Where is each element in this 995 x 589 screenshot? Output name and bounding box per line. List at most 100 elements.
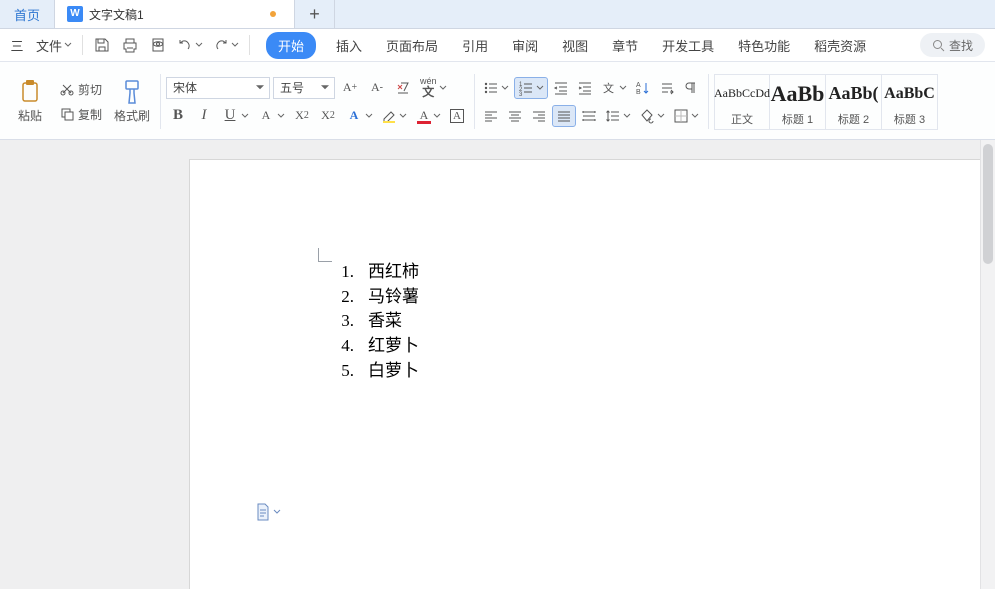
print-preview-icon	[150, 37, 166, 53]
list-item[interactable]: 1.西红柿	[330, 260, 419, 285]
chevron-down-icon	[231, 41, 239, 49]
ribbon-tab-insert[interactable]: 插入	[332, 32, 366, 59]
borders-button[interactable]	[670, 105, 702, 127]
style-normal[interactable]: AaBbCcDd 正文	[714, 74, 770, 130]
file-menu-button[interactable]: 文件	[32, 32, 76, 58]
tab-home[interactable]: 首页	[0, 0, 55, 28]
numbered-list-button[interactable]: 123	[514, 77, 548, 99]
scrollbar-thumb[interactable]	[983, 144, 993, 264]
align-justify-icon	[556, 108, 572, 124]
strikethrough-button[interactable]: A	[254, 105, 288, 127]
line-spacing-button[interactable]	[602, 105, 634, 127]
distribute-button[interactable]	[578, 105, 600, 127]
list-item[interactable]: 5.白萝卜	[330, 359, 419, 384]
ribbon-tab-review[interactable]: 审阅	[508, 32, 542, 59]
list-item[interactable]: 4.红萝卜	[330, 334, 419, 359]
font-color-button[interactable]: A	[412, 105, 444, 127]
undo-icon	[177, 37, 193, 53]
separator	[82, 35, 83, 55]
cut-button[interactable]: 剪切	[54, 78, 108, 100]
chevron-down-icon	[399, 112, 407, 120]
group-styles: AaBbCcDd 正文 AaBb 标题 1 AaBb( 标题 2 AaBbC 标…	[708, 66, 938, 137]
copy-button[interactable]: 复制	[54, 103, 108, 125]
print-button[interactable]	[117, 32, 143, 58]
paste-options-button[interactable]	[255, 503, 281, 521]
print-preview-button[interactable]	[145, 32, 171, 58]
ltr-button[interactable]	[656, 77, 678, 99]
align-center-button[interactable]	[504, 105, 526, 127]
ribbon-tab-page-layout[interactable]: 页面布局	[382, 32, 442, 59]
asian-layout-button[interactable]: 文	[598, 77, 630, 99]
list-text: 西红柿	[368, 260, 419, 285]
workspace[interactable]: 1.西红柿 2.马铃薯 3.香菜 4.红萝卜 5.白萝卜	[0, 140, 995, 589]
group-font: A+ A- wén文 B I U A X2 X2 A A A	[160, 66, 474, 137]
ribbon-tab-section[interactable]: 章节	[608, 32, 642, 59]
shading-button[interactable]	[636, 105, 668, 127]
style-heading-2[interactable]: AaBb( 标题 2	[826, 74, 882, 130]
shrink-font-button[interactable]: A-	[365, 77, 389, 99]
ribbon-tab-list: 开始 插入 页面布局 引用 审阅 视图 章节 开发工具 特色功能 稻壳资源	[266, 32, 870, 59]
font-size-value[interactable]	[273, 77, 335, 99]
document-page[interactable]: 1.西红柿 2.马铃薯 3.香菜 4.红萝卜 5.白萝卜	[190, 160, 995, 589]
grow-font-button[interactable]: A+	[338, 77, 362, 99]
decrease-indent-button[interactable]	[550, 77, 572, 99]
style-heading-3[interactable]: AaBbC 标题 3	[882, 74, 938, 130]
list-item[interactable]: 2.马铃薯	[330, 285, 419, 310]
text-effects-button[interactable]: A	[342, 105, 376, 127]
search-input[interactable]: 查找	[920, 33, 985, 57]
clear-format-button[interactable]	[392, 77, 414, 99]
bold-button[interactable]: B	[166, 105, 190, 127]
format-painter-label: 格式刷	[114, 107, 150, 124]
document-content[interactable]: 1.西红柿 2.马铃薯 3.香菜 4.红萝卜 5.白萝卜	[330, 260, 419, 383]
align-right-button[interactable]	[528, 105, 550, 127]
svg-text:A: A	[636, 82, 641, 89]
show-marks-button[interactable]	[680, 77, 702, 99]
redo-button[interactable]	[209, 32, 243, 58]
cut-label: 剪切	[78, 81, 102, 98]
font-size-combo[interactable]	[273, 77, 335, 99]
ribbon-tab-docer[interactable]: 稻壳资源	[810, 32, 870, 59]
group-clipboard: 粘贴 剪切 复制 格式刷	[2, 66, 160, 137]
ribbon-tab-developer[interactable]: 开发工具	[658, 32, 718, 59]
italic-button[interactable]: I	[192, 105, 216, 127]
numbered-list: 1.西红柿 2.马铃薯 3.香菜 4.红萝卜 5.白萝卜	[330, 260, 419, 383]
tab-document[interactable]: W 文字文稿1	[55, 0, 295, 28]
style-preview: AaBbCcDd	[714, 77, 770, 111]
subscript-button[interactable]: X2	[316, 105, 340, 127]
increase-indent-button[interactable]	[574, 77, 596, 99]
bullet-list-button[interactable]	[480, 77, 512, 99]
tab-new[interactable]: +	[295, 0, 335, 28]
ribbon-tab-start[interactable]: 开始	[266, 32, 316, 59]
ribbon-tab-view[interactable]: 视图	[558, 32, 592, 59]
style-name: 标题 3	[894, 111, 925, 127]
ribbon-tab-features[interactable]: 特色功能	[734, 32, 794, 59]
superscript-icon: X2	[293, 107, 311, 125]
style-heading-1[interactable]: AaBb 标题 1	[770, 74, 826, 130]
word-doc-icon: W	[67, 6, 83, 22]
list-item[interactable]: 3.香菜	[330, 309, 419, 334]
highlight-button[interactable]	[378, 105, 410, 127]
font-family-combo[interactable]	[166, 77, 270, 99]
format-painter-button[interactable]: 格式刷	[110, 79, 154, 124]
app-menu-button[interactable]: 三	[4, 32, 30, 58]
sort-button[interactable]: AB	[632, 77, 654, 99]
style-preview: AaBb	[771, 77, 825, 111]
phonetic-guide-button[interactable]: wén文	[417, 77, 450, 99]
align-right-icon	[531, 108, 547, 124]
align-justify-button[interactable]	[552, 105, 576, 127]
vertical-scrollbar[interactable]	[980, 140, 995, 589]
underline-button[interactable]: U	[218, 105, 252, 127]
undo-button[interactable]	[173, 32, 207, 58]
underline-icon: U	[221, 107, 239, 125]
align-left-icon	[483, 108, 499, 124]
chevron-down-icon	[273, 508, 281, 516]
superscript-button[interactable]: X2	[290, 105, 314, 127]
char-border-button[interactable]: A	[446, 105, 468, 127]
font-family-value[interactable]	[166, 77, 270, 99]
chevron-down-icon	[623, 112, 631, 120]
list-number: 2.	[330, 285, 368, 310]
ribbon-tab-references[interactable]: 引用	[458, 32, 492, 59]
save-button[interactable]	[89, 32, 115, 58]
paste-button[interactable]: 粘贴	[8, 79, 52, 124]
align-left-button[interactable]	[480, 105, 502, 127]
